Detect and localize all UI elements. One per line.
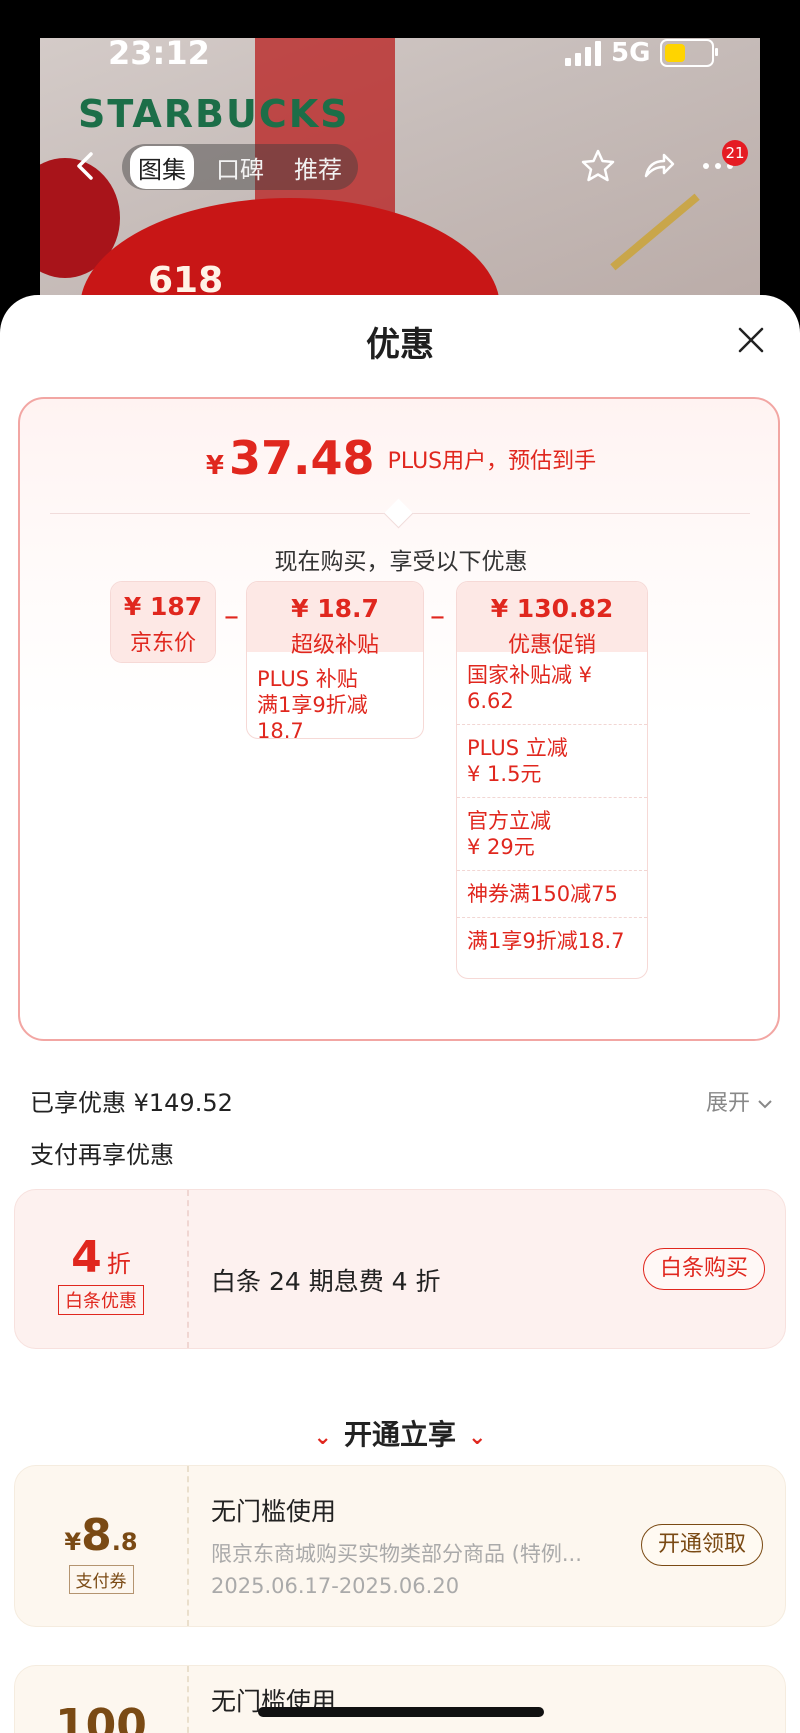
jd-price-amount: ¥ 187: [123, 592, 203, 621]
promotion-item: 官方立减 ¥ 29元: [457, 798, 647, 871]
pay-more-heading: 支付再享优惠: [30, 1141, 174, 1169]
sheet-title: 优惠: [366, 325, 434, 365]
jd-price-box: ¥ 187 京东价: [110, 581, 216, 663]
share-icon: [644, 153, 675, 178]
voucher-date: 2025.06.17-2025.06.20: [211, 1574, 460, 1598]
voucher-amount: 8: [81, 1510, 112, 1561]
voucher-card: ¥8.8 支付券 无门槛使用 限京东商城购买实物类部分商品 (特例... 202…: [14, 1465, 786, 1627]
promotion-box: ¥ 130.82 优惠促销 国家补贴减 ¥ 6.62 PLUS 立减 ¥ 1.5…: [456, 581, 648, 979]
open-now-label: 开通立享: [343, 1418, 456, 1451]
voucher-title: 无门槛使用: [211, 1497, 337, 1526]
back-button[interactable]: [66, 146, 106, 186]
expand-button[interactable]: 展开: [706, 1085, 773, 1117]
open-now-heading: ⌄ 开通立享 ⌄: [0, 1413, 800, 1453]
baitiao-discount-block: 4 折 白条优惠: [15, 1190, 189, 1348]
voucher-tag: 支付券: [68, 1565, 134, 1594]
chevron-down-icon: ⌄: [468, 1425, 487, 1450]
voucher-amount-decimal: .8: [111, 1528, 138, 1556]
super-subsidy-box: ¥ 18.7 超级补贴 PLUS 补贴 满1享9折减18.7: [246, 581, 424, 739]
chevron-down-icon: ⌄: [313, 1425, 332, 1450]
battery-icon: [660, 39, 719, 67]
minus-sign: –: [430, 599, 445, 634]
price-breakdown-card: ¥ 37.48 PLUS用户，预估到手 现在购买，享受以下优惠 ¥ 187 京东…: [18, 397, 780, 1041]
voucher-amount-block: 100: [15, 1666, 189, 1733]
network-type: 5G: [611, 38, 651, 68]
baitiao-description: 白条 24 期息费 4 折: [211, 1267, 441, 1296]
price-note: PLUS用户，预估到手: [387, 449, 597, 474]
discount-sheet: 优惠 ¥ 37.48 PLUS用户，预估到手 现在购买，享受以下优惠 ¥ 187…: [0, 295, 800, 1733]
message-count-badge: 21: [722, 140, 748, 166]
tab-recommend[interactable]: 推荐: [286, 146, 350, 189]
key-charm-shape: [610, 193, 700, 271]
share-button[interactable]: [640, 148, 676, 193]
total-discount-text: 已享优惠 ¥149.52: [30, 1089, 233, 1117]
tab-gallery[interactable]: 图集: [130, 145, 194, 189]
expand-label: 展开: [706, 1091, 751, 1116]
chevron-left-icon: [77, 152, 93, 180]
star-icon: [581, 149, 615, 182]
chevron-down-icon: [758, 1100, 772, 1109]
super-subsidy-detail: PLUS 补贴 满1享9折减18.7: [257, 667, 368, 739]
header-tabs: 图集 口碑 推荐: [122, 144, 358, 190]
baitiao-discount-unit: 折: [106, 1250, 131, 1278]
voucher-amount-block: ¥8.8 支付券: [15, 1466, 189, 1626]
divider-notch: [383, 498, 414, 529]
promotion-item: 国家补贴减 ¥ 6.62: [457, 652, 647, 725]
voucher-description: 限京东商城购买实物类部分商品 (特例...: [211, 1542, 582, 1566]
brand-logo: STARBUCKS: [78, 92, 350, 136]
status-indicators: 5G: [565, 38, 719, 68]
favorite-button[interactable]: [580, 148, 616, 193]
promotion-amount: ¥ 130.82: [490, 594, 614, 623]
now-buy-text: 现在购买，享受以下优惠: [274, 549, 528, 575]
baitiao-tag: 白条优惠: [58, 1285, 144, 1315]
baitiao-offer-card: 4 折 白条优惠 白条 24 期息费 4 折 白条购买: [14, 1189, 786, 1349]
baitiao-buy-button[interactable]: 白条购买: [643, 1248, 765, 1290]
baitiao-discount-value: 4: [71, 1232, 102, 1283]
promotion-item: 神券满150减75: [457, 871, 647, 918]
minus-sign: –: [224, 599, 239, 634]
home-indicator[interactable]: [258, 1707, 544, 1717]
voucher-card: 100 无门槛使用: [14, 1665, 786, 1733]
super-subsidy-amount: ¥ 18.7: [291, 594, 379, 623]
promotion-item: PLUS 立减 ¥ 1.5元: [457, 725, 647, 798]
close-icon[interactable]: [736, 325, 766, 355]
tab-reviews[interactable]: 口碑: [208, 146, 272, 189]
estimated-price: ¥ 37.48 PLUS用户，预估到手: [20, 431, 782, 485]
promotion-item: 满1享9折减18.7: [467, 929, 625, 953]
price-currency: ¥: [205, 451, 224, 481]
jd-price-label: 京东价: [129, 631, 196, 656]
status-time: 23:12: [108, 34, 210, 72]
price-amount: 37.48: [229, 431, 375, 485]
voucher-claim-button[interactable]: 开通领取: [641, 1524, 763, 1566]
signal-icon: [565, 40, 601, 66]
voucher-currency: ¥: [64, 1528, 82, 1556]
voucher-amount: 100: [55, 1700, 147, 1733]
